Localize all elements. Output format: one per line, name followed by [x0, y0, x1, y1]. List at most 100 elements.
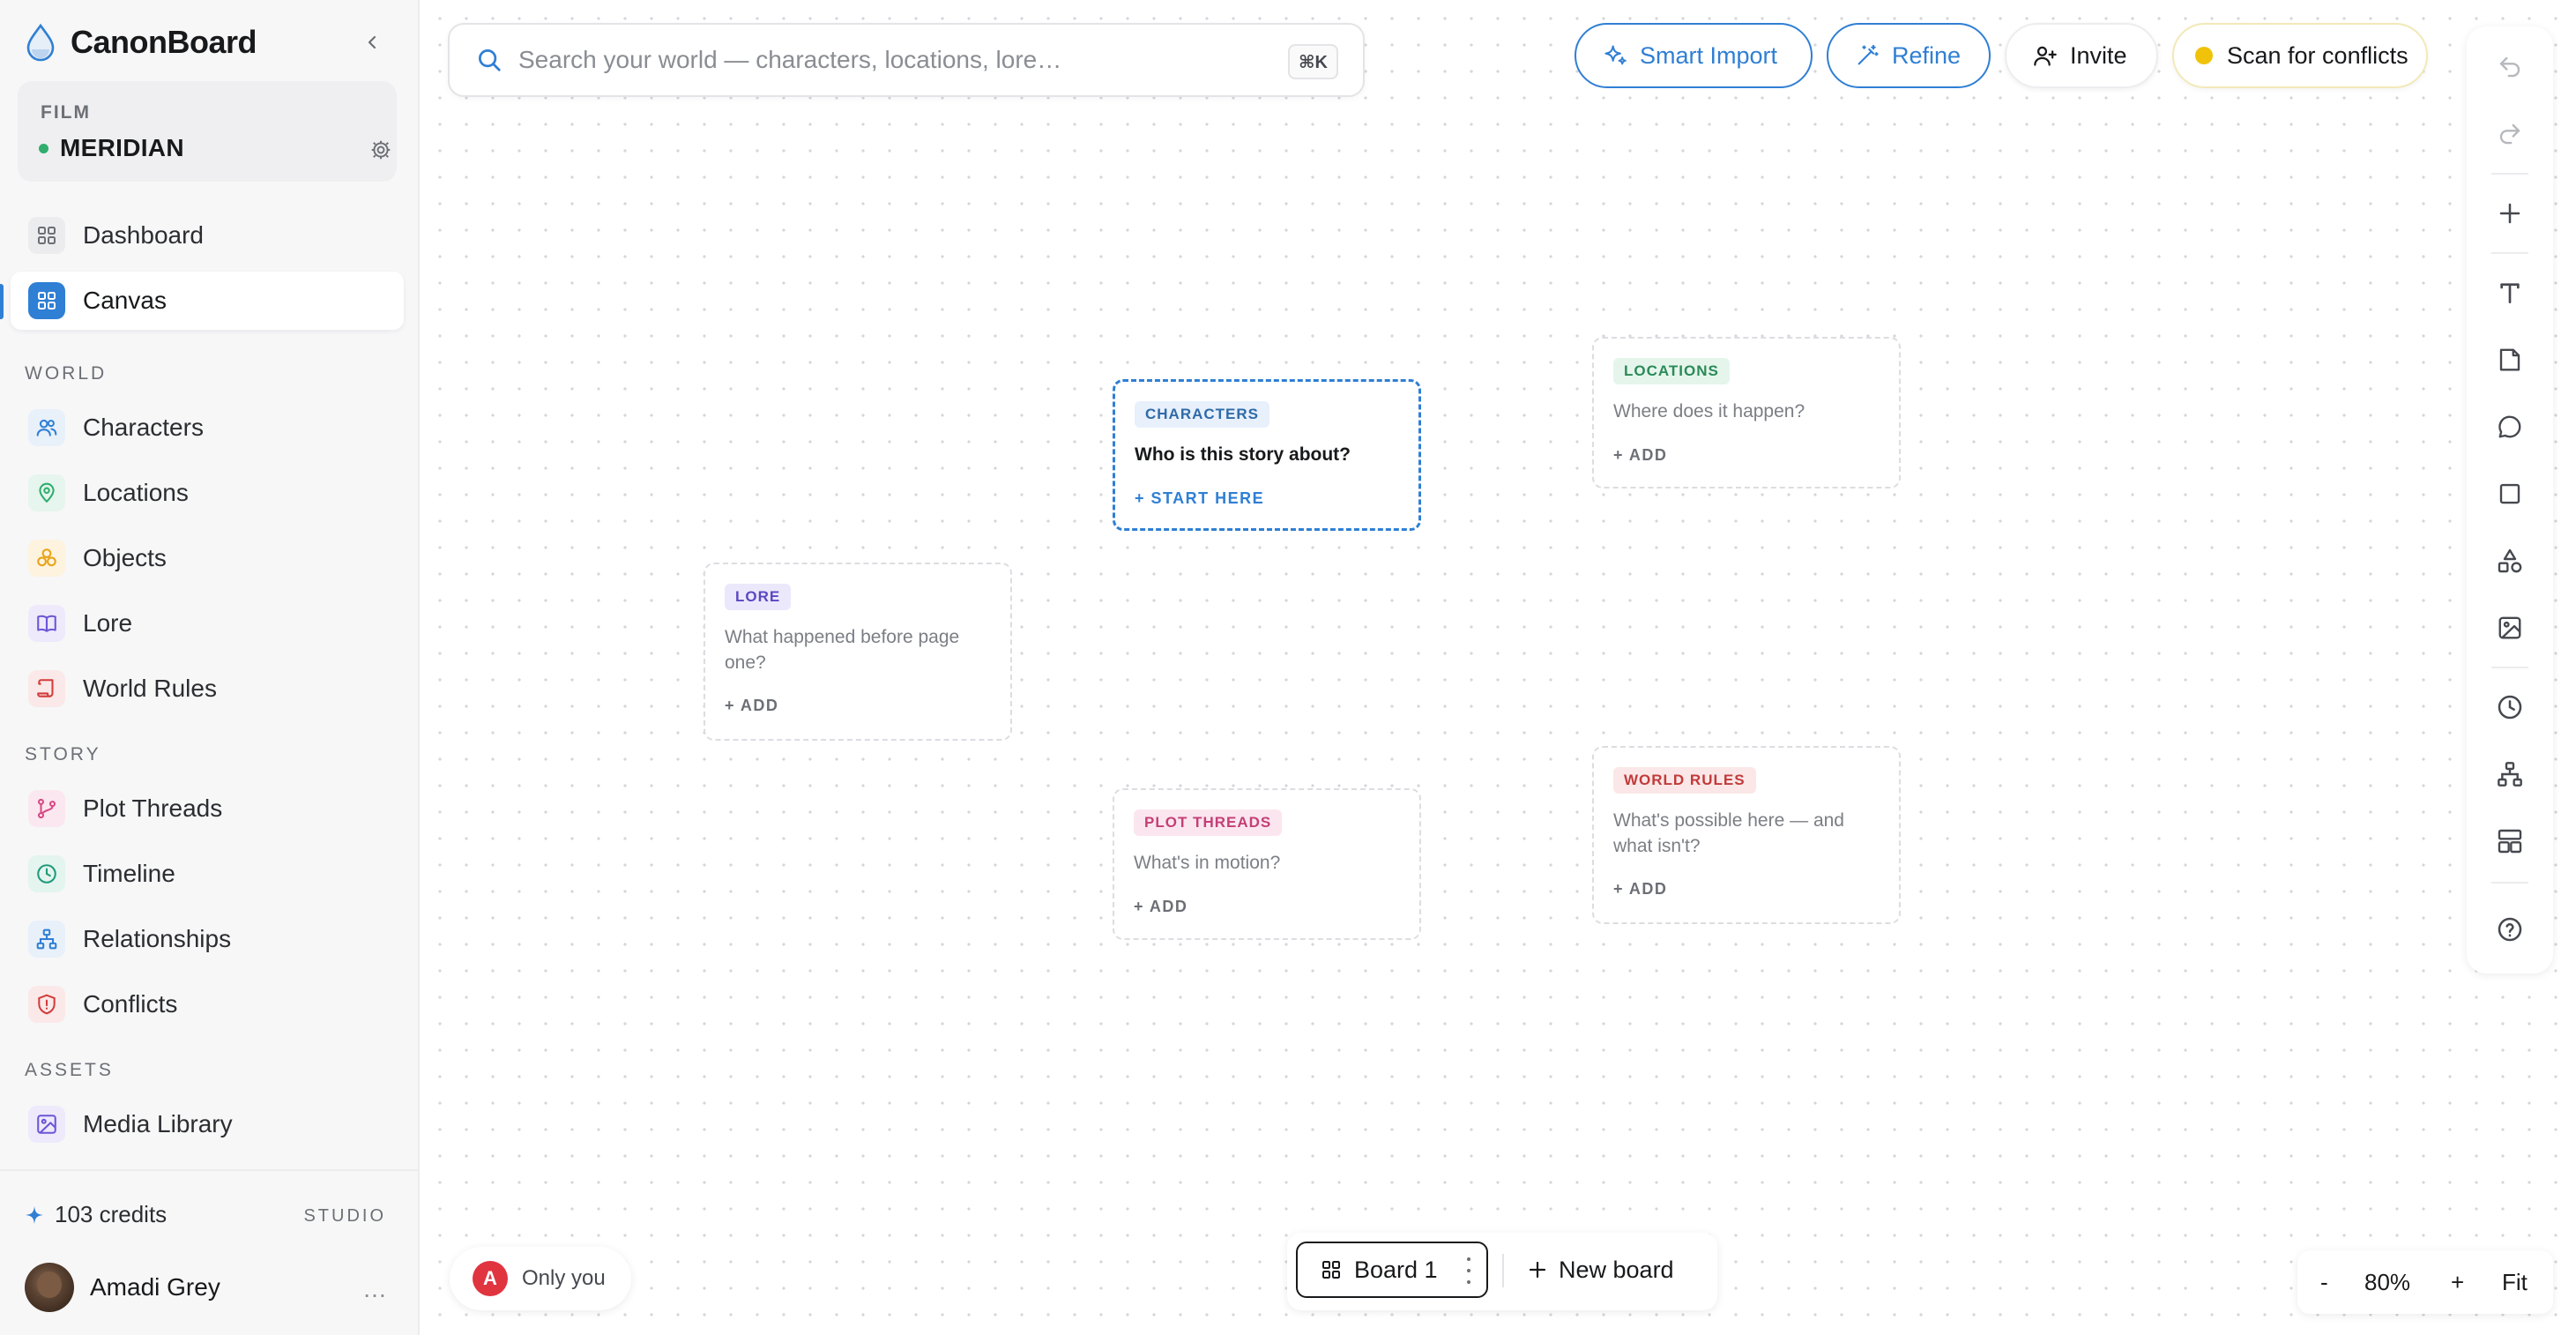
add-world-rule-button[interactable]: + ADD — [1613, 880, 1667, 899]
invite-label: Invite — [2070, 41, 2127, 69]
tool-separator — [2491, 173, 2528, 175]
project-name: MERIDIAN — [60, 134, 184, 161]
board-options-button[interactable] — [1463, 1257, 1474, 1284]
redo-button[interactable] — [2492, 116, 2528, 152]
zoom-fit-button[interactable]: Fit — [2502, 1269, 2528, 1296]
card-question: What's in motion? — [1134, 853, 1281, 873]
text-tool-button[interactable] — [2492, 275, 2528, 310]
user-name: Amadi Grey — [90, 1273, 220, 1301]
nav-label: Timeline — [83, 860, 175, 887]
undo-icon — [2499, 56, 2520, 78]
layout-icon — [2498, 829, 2522, 854]
image-tool-button[interactable] — [2492, 610, 2528, 645]
search-shortcut-badge: ⌘K — [1288, 44, 1338, 79]
nav-item-world-rules[interactable]: World Rules — [11, 660, 404, 718]
brand[interactable]: CanonBoard — [25, 21, 257, 63]
network-icon — [2498, 762, 2522, 787]
user-plus-icon — [2034, 46, 2057, 66]
invite-button[interactable]: Invite — [2005, 23, 2158, 88]
section-label-world: WORLD — [25, 363, 108, 384]
zoom-in-button[interactable]: + — [2451, 1269, 2464, 1296]
nav-label: Dashboard — [83, 221, 204, 249]
card-characters[interactable]: CHARACTERS Who is this story about? + ST… — [1113, 379, 1421, 531]
board-grid-icon — [1322, 1261, 1340, 1279]
gear-icon — [371, 140, 391, 160]
frame-tool-button[interactable] — [2492, 476, 2528, 511]
shapes-tool-button[interactable] — [2492, 543, 2528, 578]
nav-label: Locations — [83, 479, 189, 506]
refine-button[interactable]: Refine — [1827, 23, 1991, 88]
scan-conflicts-button[interactable]: Scan for conflicts — [2172, 23, 2428, 88]
search-input[interactable] — [518, 46, 1277, 74]
note-tool-button[interactable] — [2492, 342, 2528, 377]
collapse-sidebar-button[interactable] — [354, 25, 390, 60]
nav-item-canvas[interactable]: Canvas — [11, 272, 404, 330]
credits-label: 103 credits — [55, 1201, 168, 1227]
project-settings-button[interactable] — [365, 134, 397, 166]
canvas-grid-icon — [28, 282, 65, 319]
project-switcher[interactable]: FILM MERIDIAN — [18, 81, 397, 182]
nav-item-media-library[interactable]: Media Library — [11, 1095, 404, 1153]
user-menu-button[interactable]: … — [362, 1275, 388, 1303]
section-label-story: STORY — [25, 744, 101, 764]
comment-tool-button[interactable] — [2492, 409, 2528, 444]
new-board-button[interactable]: New board — [1527, 1243, 1674, 1296]
card-question: Who is this story about? — [1135, 444, 1351, 465]
scroll-icon — [28, 670, 65, 707]
nav-item-dashboard[interactable]: Dashboard — [11, 206, 404, 265]
map-pin-icon — [28, 474, 65, 511]
card-tag: LOCATIONS — [1613, 358, 1730, 384]
search-icon — [479, 49, 501, 71]
nav-label: Plot Threads — [83, 794, 223, 822]
card-plot-threads[interactable]: PLOT THREADS What's in motion? + ADD — [1113, 788, 1421, 940]
nav-item-locations[interactable]: Locations — [11, 464, 404, 522]
nav-item-relationships[interactable]: Relationships — [11, 910, 404, 968]
nav-item-conflicts[interactable]: Conflicts — [11, 975, 404, 1033]
users-icon — [28, 409, 65, 446]
add-plot-thread-button[interactable]: + ADD — [1134, 898, 1187, 916]
refine-label: Refine — [1892, 41, 1962, 69]
add-tool-button[interactable] — [2492, 196, 2528, 231]
card-locations[interactable]: LOCATIONS Where does it happen? + ADD — [1592, 337, 1901, 489]
undo-button[interactable] — [2492, 49, 2528, 85]
smart-import-button[interactable]: Smart Import — [1575, 23, 1813, 88]
zoom-controls: - 80% + Fit — [2297, 1250, 2553, 1314]
card-tag: LORE — [725, 584, 792, 610]
history-tool-button[interactable] — [2492, 690, 2528, 725]
clock-icon — [28, 855, 65, 892]
zoom-out-button[interactable]: - — [2320, 1269, 2328, 1296]
scan-status-dot — [2195, 47, 2213, 64]
user-profile[interactable]: Amadi Grey — [25, 1263, 220, 1312]
nav-label: Media Library — [83, 1110, 233, 1137]
book-icon — [28, 605, 65, 642]
nav-label: Conflicts — [83, 990, 178, 1018]
add-lore-button[interactable]: + ADD — [725, 697, 778, 715]
board-tab[interactable]: Board 1 — [1296, 1242, 1488, 1298]
search-bar[interactable]: ⌘K — [448, 23, 1365, 97]
card-lore[interactable]: LORE What happened before page one? + AD… — [704, 563, 1012, 741]
relationship-tool-button[interactable] — [2492, 757, 2528, 792]
board-name: Board 1 — [1354, 1256, 1438, 1283]
plus-icon — [1529, 1261, 1546, 1279]
help-button[interactable] — [2492, 912, 2528, 947]
sparkle-icon — [25, 1205, 44, 1224]
start-here-button[interactable]: + START HERE — [1135, 489, 1264, 508]
presence-label: Only you — [522, 1266, 606, 1290]
canvas[interactable]: ⌘K Smart Import Refine Invite Scan for c… — [421, 0, 2576, 1335]
nav-item-timeline[interactable]: Timeline — [11, 845, 404, 903]
nav-item-lore[interactable]: Lore — [11, 594, 404, 653]
presence-indicator[interactable]: A Only you — [450, 1247, 631, 1310]
card-world-rules[interactable]: WORLD RULES What's possible here — and w… — [1592, 746, 1901, 924]
add-location-button[interactable]: + ADD — [1613, 446, 1667, 465]
nav-item-objects[interactable]: Objects — [11, 529, 404, 587]
plan-badge: STUDIO — [303, 1206, 386, 1226]
tool-separator — [2491, 882, 2528, 884]
credits[interactable]: 103 credits — [25, 1201, 167, 1228]
clock-icon — [2498, 695, 2522, 720]
nav-item-characters[interactable]: Characters — [11, 399, 404, 457]
sticky-note-icon — [2499, 348, 2520, 371]
magic-wand-icon — [1858, 44, 1879, 65]
active-nav-marker — [0, 284, 4, 319]
nav-item-plot-threads[interactable]: Plot Threads — [11, 779, 404, 838]
layout-tool-button[interactable] — [2492, 824, 2528, 859]
